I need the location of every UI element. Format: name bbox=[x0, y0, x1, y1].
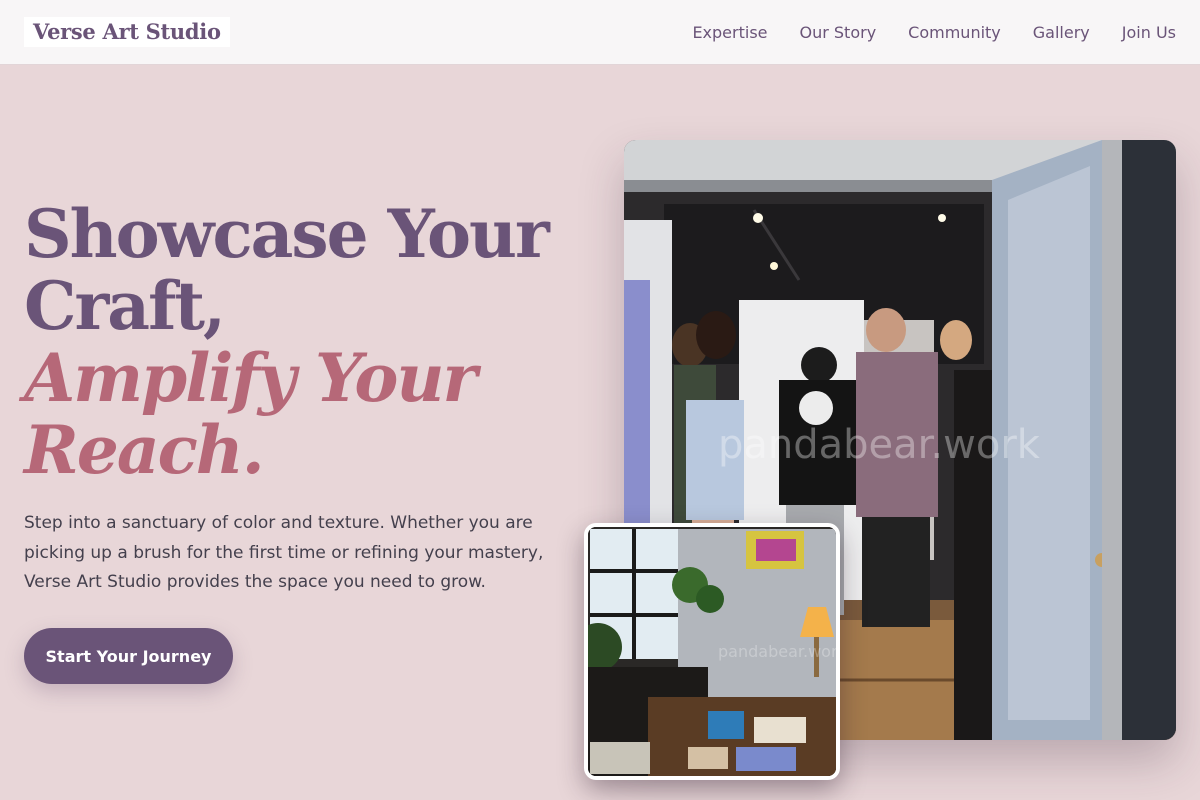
main-nav: Expertise Our Story Community Gallery Jo… bbox=[692, 0, 1176, 65]
nav-link-community[interactable]: Community bbox=[908, 23, 1001, 42]
hero-title-line-1: Showcase Your bbox=[24, 195, 550, 273]
studio-workspace-illustration: pandabear.work bbox=[588, 527, 836, 776]
nav-link-our-story[interactable]: Our Story bbox=[800, 23, 877, 42]
hero-title-accent-line-1: Amplify Your bbox=[24, 339, 477, 417]
nav-link-gallery[interactable]: Gallery bbox=[1033, 23, 1090, 42]
main-photo-watermark: pandabear.work bbox=[718, 422, 1041, 468]
hero-title: Showcase Your Craft, Amplify Your Reach. bbox=[24, 198, 604, 486]
small-photo-watermark: pandabear.work bbox=[718, 642, 836, 661]
start-journey-button[interactable]: Start Your Journey bbox=[24, 628, 233, 684]
studio-workspace-photo: pandabear.work bbox=[584, 523, 840, 780]
hero-title-line-2: Craft, bbox=[24, 267, 226, 345]
hero-title-accent-line-2: Reach. bbox=[24, 411, 265, 489]
nav-link-expertise[interactable]: Expertise bbox=[692, 23, 767, 42]
brand-logo[interactable]: Verse Art Studio bbox=[24, 17, 230, 47]
top-navbar: Verse Art Studio Expertise Our Story Com… bbox=[0, 0, 1200, 65]
hero-description: Step into a sanctuary of color and textu… bbox=[24, 513, 544, 592]
nav-link-join-us[interactable]: Join Us bbox=[1122, 23, 1176, 42]
